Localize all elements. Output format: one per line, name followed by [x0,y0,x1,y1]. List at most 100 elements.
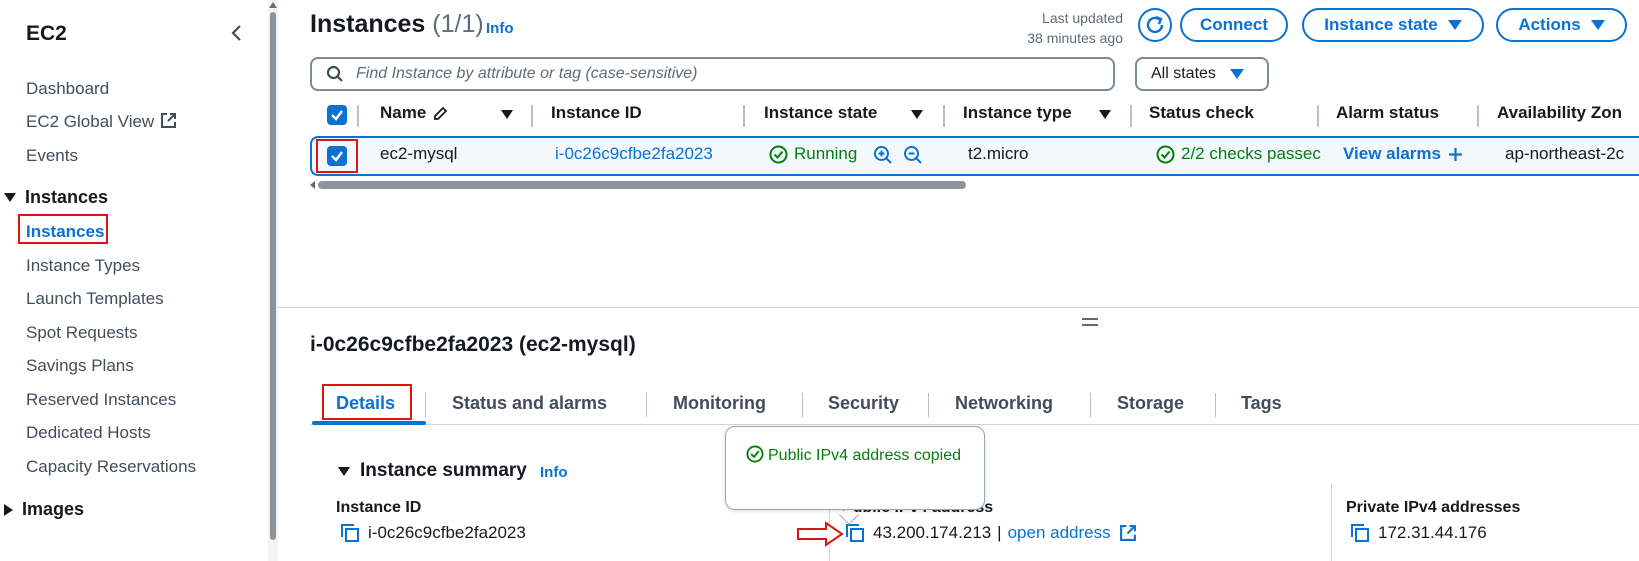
section-label: Instances [25,187,109,207]
sort-icon[interactable] [501,110,513,119]
refresh-icon [1146,15,1164,34]
sidebar-item-instances[interactable]: Instances [26,222,104,242]
sidebar-item-global-view[interactable]: EC2 Global View [26,112,177,132]
sidebar-section-instances[interactable]: Instances [4,187,108,208]
cell-instance-id-link[interactable]: i-0c26c9cfbe2fa2023 [555,144,713,164]
column-divider[interactable] [943,105,945,127]
last-updated-time: 38 minutes ago [1027,30,1123,46]
caret-down-icon [1229,69,1244,79]
select-all-checkbox[interactable] [327,105,347,125]
search-input[interactable] [356,65,1096,83]
column-divider[interactable] [1317,105,1319,127]
sidebar-title[interactable]: EC2 [26,22,67,46]
external-link-icon [161,113,177,128]
cell-instance-type: t2.micro [968,144,1029,163]
tabs-baseline [310,424,1639,425]
check-icon [331,151,343,162]
instance-summary-toggle[interactable]: Instance summary [338,460,527,482]
expand-icon [338,466,350,476]
scroll-left-icon[interactable] [310,181,315,189]
sort-icon[interactable] [911,110,923,119]
select-value: All states [1151,65,1216,82]
caret-down-icon [1447,20,1462,30]
column-header-instance-id[interactable]: Instance ID [551,103,642,123]
edit-icon [434,106,448,120]
tab-divider [646,393,647,417]
connect-button[interactable]: Connect [1180,8,1288,42]
button-label: Actions [1518,15,1581,34]
column-header-status-check[interactable]: Status check [1149,103,1254,123]
open-address-link[interactable]: open address [1008,523,1111,543]
search-bar[interactable] [310,57,1115,91]
tab-status-and-alarms[interactable]: Status and alarms [452,393,607,414]
tab-storage[interactable]: Storage [1117,393,1184,414]
copy-icon[interactable] [340,523,360,543]
last-updated: Last updated 38 minutes ago [980,8,1123,48]
cell-availability-zone: ap-northeast-2c [1505,144,1625,163]
sidebar-item-spot-requests[interactable]: Spot Requests [26,323,138,343]
tab-divider [1090,393,1091,417]
column-divider[interactable] [743,105,745,127]
view-alarms-link[interactable]: View alarms [1343,144,1464,164]
instance-id-label: Instance ID [336,499,422,516]
value-text: 172.31.44.176 [1378,523,1487,542]
tab-details[interactable]: Details [336,393,395,414]
tab-tags[interactable]: Tags [1241,393,1282,414]
external-link-icon[interactable] [1119,524,1137,542]
zoom-in-icon[interactable] [873,145,893,165]
actions-button[interactable]: Actions [1496,8,1627,42]
instance-state-button[interactable]: Instance state [1302,8,1484,42]
table-horizontal-scrollbar[interactable] [318,181,966,189]
column-divider[interactable] [357,105,359,127]
zoom-out-icon[interactable] [903,145,923,165]
sidebar-item-dashboard[interactable]: Dashboard [26,79,109,99]
column-divider[interactable] [1477,105,1479,127]
refresh-button[interactable] [1138,8,1172,42]
column-header-instance-type[interactable]: Instance type [963,103,1072,123]
tab-divider [425,393,426,417]
column-header-name[interactable]: Name [380,103,449,123]
resize-handle-icon[interactable] [1082,318,1098,326]
sidebar-item-events[interactable]: Events [26,146,78,166]
sidebar-item-reserved-instances[interactable]: Reserved Instances [26,390,176,410]
sort-icon[interactable] [1099,110,1111,119]
public-ip-value: 43.200.174.213 | open address [845,523,1137,543]
states-filter-select[interactable]: All states [1135,57,1269,91]
column-divider[interactable] [1130,105,1132,127]
column-divider[interactable] [531,105,533,127]
split-divider[interactable] [278,307,1639,308]
row-checkbox[interactable] [327,146,347,166]
sidebar-scroll-thumb[interactable] [270,12,276,540]
tab-divider [1215,393,1216,417]
column-header-availability-zone[interactable]: Availability Zon [1497,103,1622,123]
summary-info-link[interactable]: Info [540,464,568,481]
sidebar-item-launch-templates[interactable]: Launch Templates [26,289,164,309]
check-icon [331,110,343,121]
instance-count: (1/1) [432,10,484,38]
sidebar-item-savings-plans[interactable]: Savings Plans [26,356,134,376]
copy-icon[interactable] [1350,523,1370,543]
collapse-sidebar-icon[interactable] [226,22,248,44]
sidebar-item-instance-types[interactable]: Instance Types [26,256,140,276]
scroll-up-icon[interactable] [269,2,277,8]
sidebar-item-dedicated-hosts[interactable]: Dedicated Hosts [26,423,151,443]
copied-popover: Public IPv4 address copied [725,426,985,510]
summary-title: Instance summary [360,460,527,481]
red-arrow-icon [797,521,844,547]
state-text: Running [794,144,858,163]
tab-security[interactable]: Security [828,393,899,414]
active-tab-indicator [312,421,426,425]
cell-instance-state: Running [769,144,857,164]
section-label: Images [22,499,85,519]
success-icon [746,445,764,463]
tab-monitoring[interactable]: Monitoring [673,393,766,414]
sidebar-item-capacity-reservations[interactable]: Capacity Reservations [26,457,196,477]
sidebar-section-images[interactable]: Images [4,499,84,520]
sidebar-item-label: EC2 Global View [26,112,155,131]
column-header-instance-state[interactable]: Instance state [764,103,877,123]
column-label: Name [380,103,427,122]
info-link[interactable]: Info [486,20,514,37]
column-header-alarm-status[interactable]: Alarm status [1336,103,1439,123]
tab-networking[interactable]: Networking [955,393,1053,414]
copy-icon[interactable] [845,523,865,543]
